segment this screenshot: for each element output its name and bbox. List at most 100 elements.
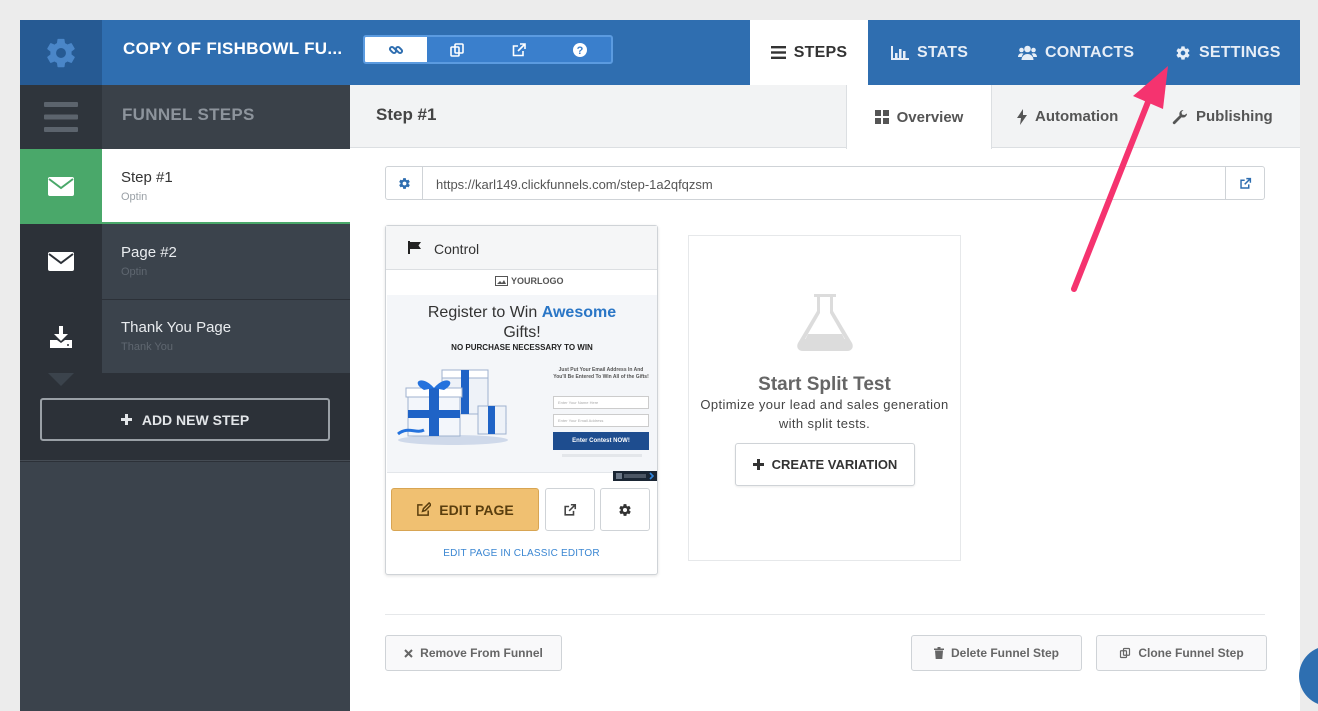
step-1-icon-box: [20, 149, 102, 224]
chat-widget-button[interactable]: [1299, 646, 1318, 706]
bar-chart-icon: [891, 45, 909, 60]
funnel-settings-gear-button[interactable]: [20, 20, 102, 85]
edit-icon: [417, 502, 432, 516]
funnel-tools-group: ?: [363, 35, 613, 64]
external-link-icon: [564, 503, 577, 516]
create-variation-button[interactable]: CREATE VARIATION: [735, 443, 915, 486]
list-icon: [770, 46, 786, 59]
trash-icon: [933, 647, 944, 659]
delete-funnel-step-button[interactable]: Delete Funnel Step: [911, 635, 1082, 671]
tab-contacts-label: CONTACTS: [1045, 43, 1135, 61]
lightning-icon: [1017, 108, 1027, 125]
variation-settings-button[interactable]: [600, 488, 650, 531]
step-url-text: https://karl149.clickfunnels.com/step-1a…: [436, 177, 713, 192]
external-link-icon: [512, 42, 526, 56]
flask-icon: [797, 294, 853, 351]
preview-submit-button: Enter Contest NOW!: [553, 432, 649, 450]
step-2-icon-box: [20, 224, 102, 299]
copy-icon: [450, 42, 465, 57]
sidebar-empty-area: [20, 462, 350, 711]
clone-funnel-step-label: Clone Funnel Step: [1138, 646, 1244, 660]
gear-icon: [1176, 45, 1190, 60]
chevron-right-icon: [616, 472, 655, 480]
preview-email-input: Enter Your Email Address: [553, 414, 649, 427]
control-card-header: [386, 226, 657, 270]
remove-from-funnel-label: Remove From Funnel: [420, 646, 543, 660]
split-test-title: Start Split Test: [758, 374, 891, 395]
sidebar-step-2-name: Page #2: [121, 244, 177, 261]
edit-page-label: EDIT PAGE: [439, 501, 514, 518]
step-3-icon-box: [20, 299, 102, 374]
link-icon: [388, 45, 403, 54]
gear-icon: [398, 177, 410, 189]
gear-icon: [47, 38, 75, 67]
split-test-description: Optimize your lead and sales generation …: [700, 397, 949, 431]
clone-funnel-step-button[interactable]: Clone Funnel Step: [1096, 635, 1267, 671]
tab-contacts[interactable]: CONTACTS: [1018, 20, 1134, 85]
grid-icon: [874, 110, 889, 124]
delete-funnel-step-label: Delete Funnel Step: [950, 646, 1060, 660]
preview-name-input: Enter Your Name Here: [553, 396, 649, 409]
sidebar-menu-button[interactable]: [20, 85, 102, 149]
footer-divider: [385, 614, 1265, 615]
svg-text:?: ?: [577, 45, 584, 57]
preview-heading-accent: Awesome: [541, 304, 617, 321]
sidebar-title: FUNNEL STEPS: [122, 105, 255, 124]
preview-heading-plain: Register to Win: [427, 304, 538, 321]
copy-icon: [1120, 647, 1131, 659]
sidebar-step-1-name: Step #1: [121, 169, 173, 186]
preview-open-button[interactable]: [545, 488, 595, 531]
add-new-step-label: ADD NEW STEP: [141, 411, 250, 428]
preview-subheading: NO PURCHASE NECESSARY TO WIN: [451, 343, 593, 352]
preview-side-text: Just Put Your Email Address In And You'l…: [553, 367, 649, 380]
sidebar-step-3-type: Thank You: [121, 341, 173, 353]
gear-icon: [619, 503, 631, 516]
envelope-icon: [48, 177, 74, 196]
copy-button[interactable]: [427, 37, 489, 62]
preview-heading-end: Gifts!: [503, 324, 541, 341]
step-3-pointer-overlay: [48, 373, 74, 386]
tab-stats[interactable]: STATS: [891, 20, 968, 85]
link-button[interactable]: [365, 37, 427, 62]
control-label: Control: [434, 241, 480, 257]
help-button[interactable]: ?: [550, 37, 612, 62]
tab-settings-label: SETTINGS: [1199, 43, 1281, 61]
step-header: [350, 85, 1300, 148]
tab-steps-label: STEPS: [793, 43, 848, 61]
sidebar-step-1-type: Optin: [121, 191, 148, 203]
edit-page-button[interactable]: EDIT PAGE: [391, 488, 539, 531]
image-icon: [495, 276, 508, 286]
tab-settings[interactable]: SETTINGS: [1175, 20, 1281, 85]
gift-boxes-image: [397, 369, 508, 445]
edit-in-classic-editor-link[interactable]: EDIT PAGE IN CLASSIC EDITOR: [386, 548, 657, 559]
preview-logo: YOURLOGO: [495, 276, 564, 286]
preview-logo-text: YOURLOGO: [511, 276, 564, 286]
step-title: Step #1: [376, 105, 437, 124]
create-variation-label: CREATE VARIATION: [771, 457, 898, 472]
hamburger-icon: [44, 102, 78, 132]
tab-overview-label: Overview: [896, 108, 964, 126]
tab-publishing-label: Publishing: [1196, 108, 1273, 125]
tab-steps[interactable]: STEPS: [750, 20, 868, 85]
users-icon: [1018, 45, 1037, 60]
preview-fine-print: [562, 454, 642, 457]
download-icon: [50, 325, 72, 348]
flag-icon: [408, 241, 421, 254]
plus-icon: [752, 459, 764, 470]
add-new-step-button[interactable]: ADD NEW STEP: [40, 398, 330, 441]
remove-from-funnel-button[interactable]: Remove From Funnel: [385, 635, 562, 671]
tab-stats-label: STATS: [917, 43, 969, 61]
url-open-button[interactable]: [1225, 167, 1264, 199]
tab-automation[interactable]: Automation: [1017, 85, 1118, 148]
tab-publishing[interactable]: Publishing: [1172, 85, 1273, 148]
url-settings-button[interactable]: [386, 167, 423, 199]
close-icon: [404, 648, 413, 658]
wrench-icon: [1172, 109, 1188, 124]
sidebar-step-3-name: Thank You Page: [121, 319, 232, 336]
help-icon: ?: [573, 42, 588, 57]
open-external-button[interactable]: [488, 37, 550, 62]
tab-automation-label: Automation: [1035, 108, 1119, 125]
tab-overview[interactable]: Overview: [846, 85, 992, 149]
sidebar-step-2-type: Optin: [121, 266, 148, 278]
envelope-icon: [48, 252, 74, 271]
